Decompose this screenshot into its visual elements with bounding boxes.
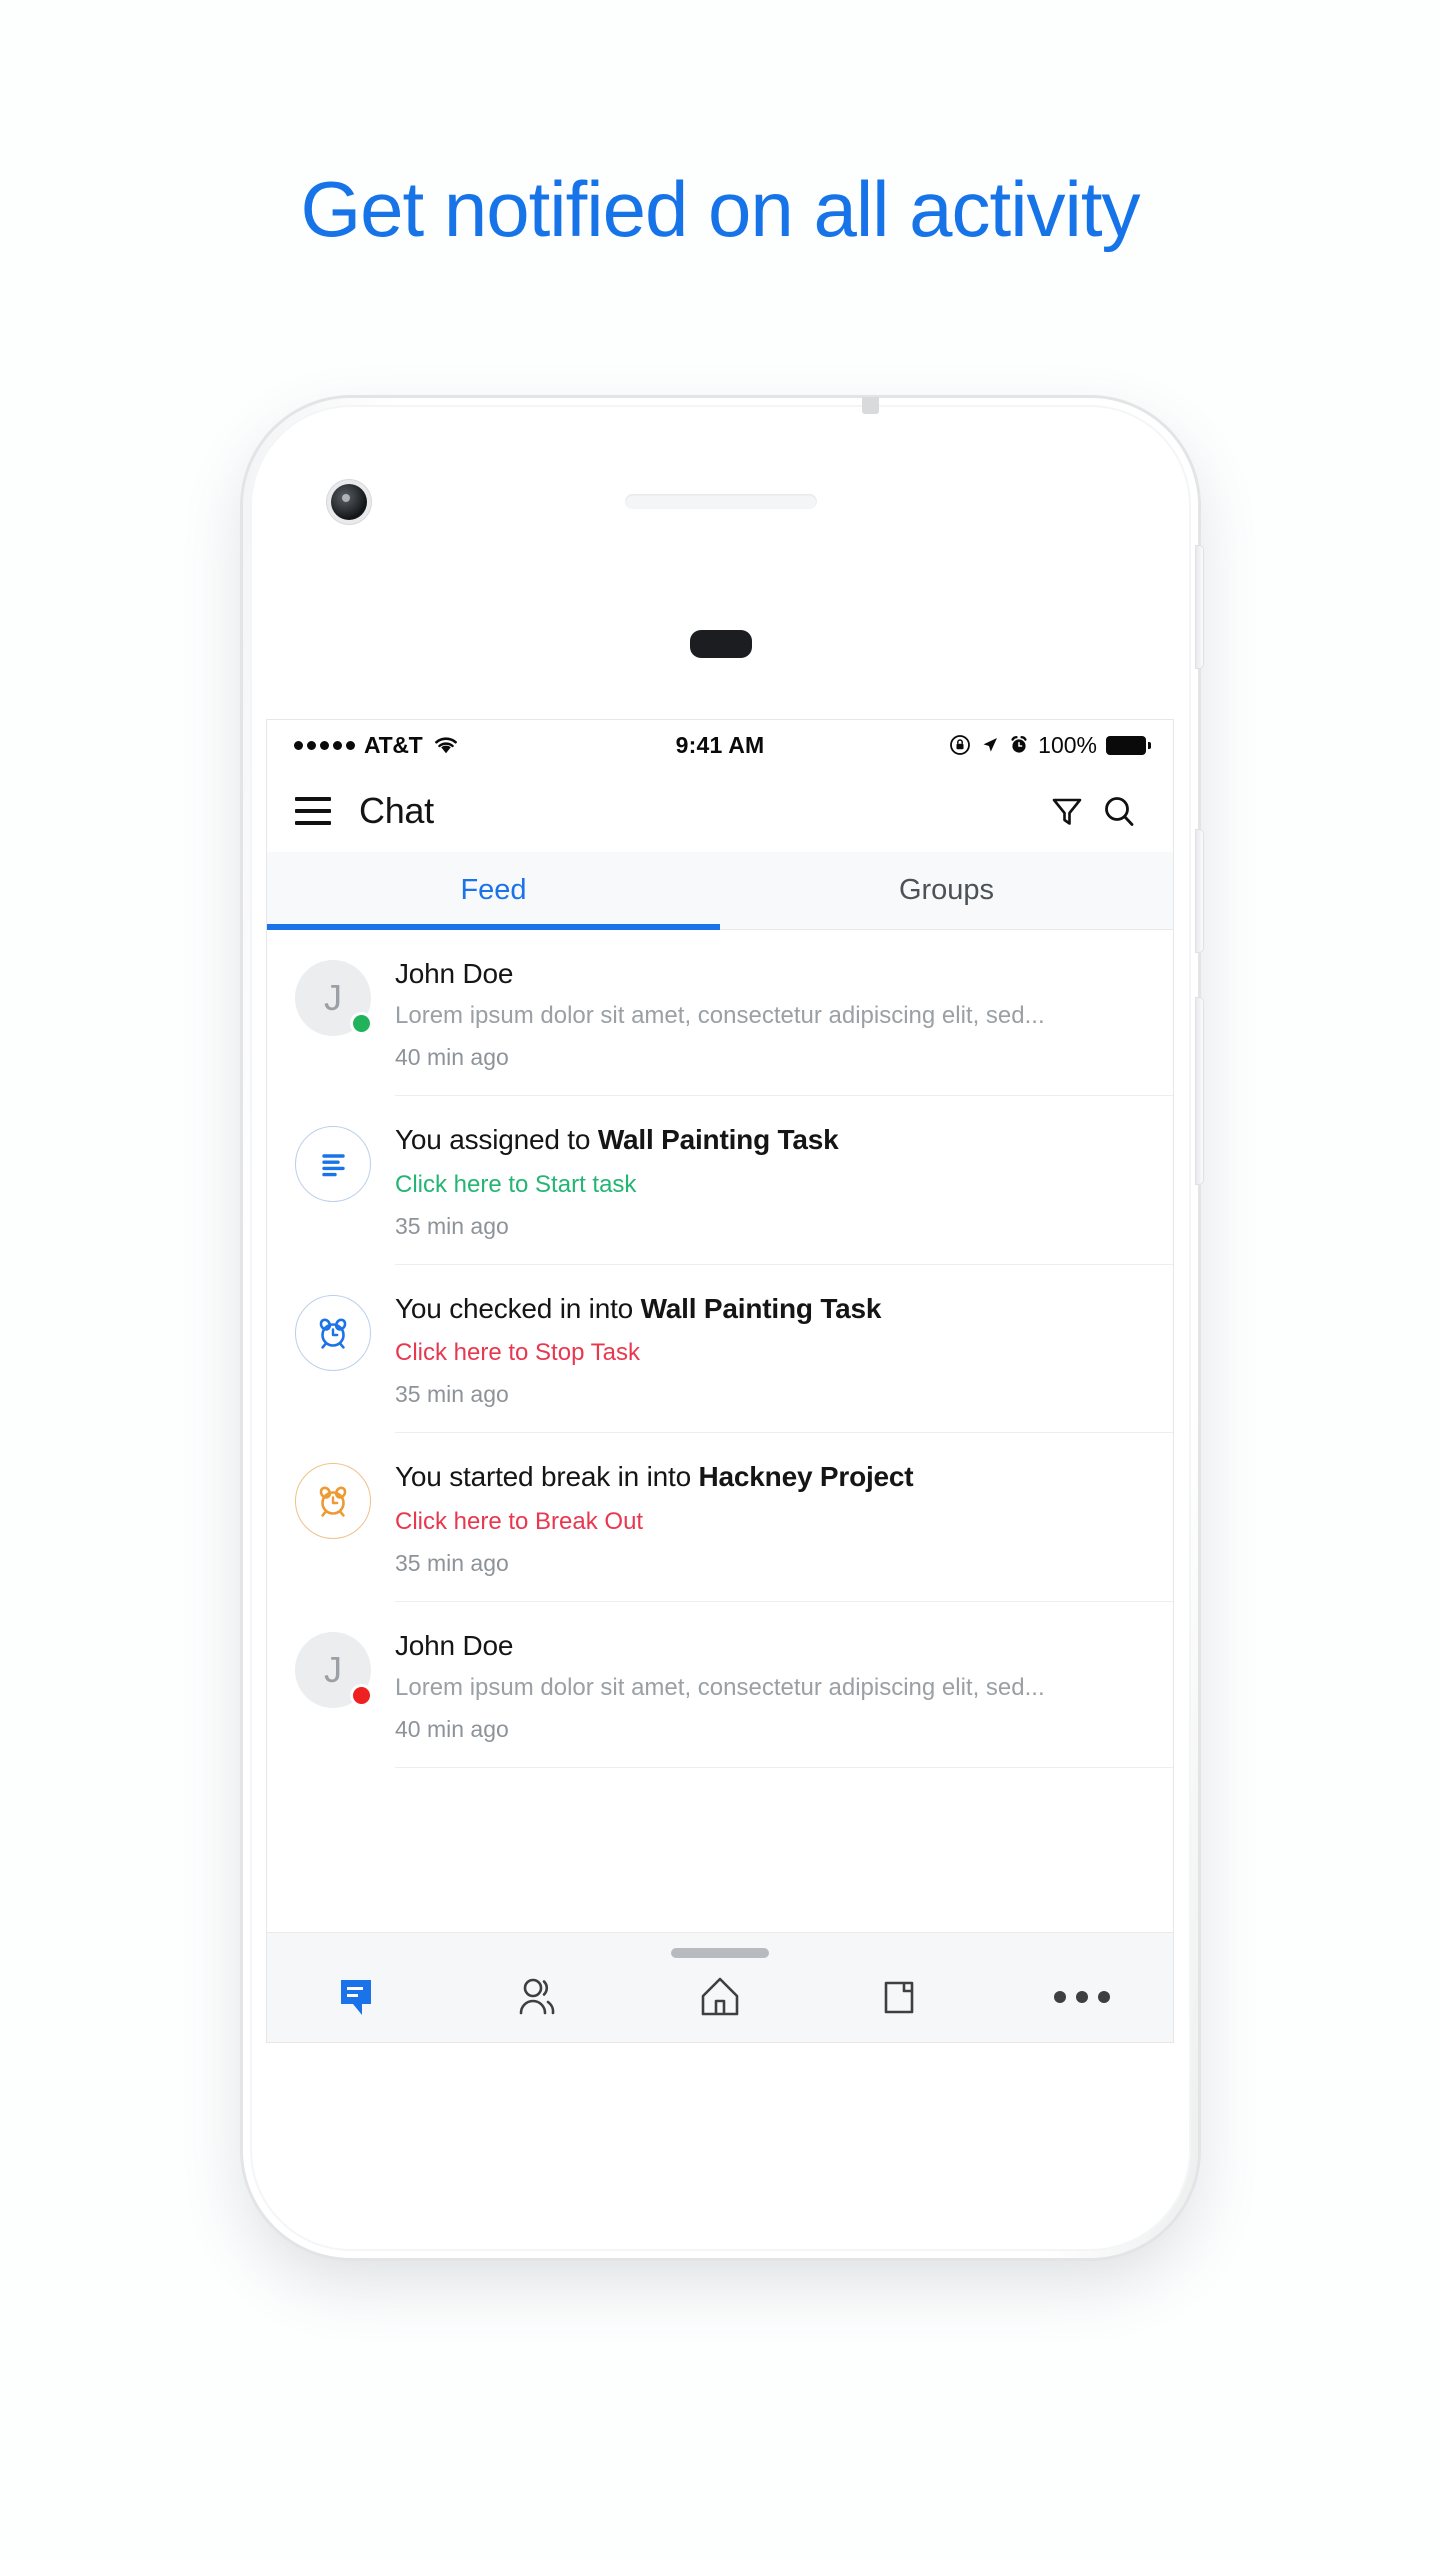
front-camera-icon [331, 484, 367, 520]
folder-icon [878, 1974, 924, 2020]
feed-item-body: You assigned to Wall Painting Task Click… [395, 1122, 1173, 1265]
feed-item-timestamp: 35 min ago [395, 1381, 509, 1408]
phone-mockup: AT&T 9:41 AM 100% Chat Feed Groups J Joh… [243, 397, 1203, 2258]
feed-item-icon [295, 1291, 391, 1433]
battery-icon [1106, 735, 1151, 755]
carrier-label: AT&T [364, 731, 423, 758]
search-icon[interactable] [1093, 785, 1145, 837]
poster-canvas: Get notified on all activity AT&T 9:41 A… [0, 0, 1440, 2560]
feed-item-title-strong: Hackney Project [698, 1461, 914, 1493]
feed-item-title: John Doe [395, 958, 514, 989]
feed-item-title-strong: Wall Painting Task [597, 1124, 839, 1156]
feed-item-body: You started break in into Hackney Projec… [395, 1459, 1173, 1602]
feed-item-body: John Doe Lorem ipsum dolor sit amet, con… [395, 1628, 1173, 1768]
app-bar: Chat [267, 770, 1173, 852]
feed-item-title: You started break in into Hackney Projec… [395, 1459, 1145, 1495]
people-icon [515, 1974, 563, 2020]
feed-item-icon: J [295, 1628, 391, 1768]
battery-percent-label: 100% [1038, 731, 1097, 758]
wifi-icon [433, 735, 459, 755]
app-title: Chat [359, 790, 434, 831]
status-bar: AT&T 9:41 AM 100% [267, 720, 1173, 770]
feed-item-timestamp: 40 min ago [395, 1715, 509, 1742]
hamburger-menu-icon[interactable] [295, 797, 331, 825]
nav-item-people[interactable] [448, 1933, 629, 2042]
list-item[interactable]: You checked in into Wall Painting Task C… [267, 1265, 1173, 1434]
avatar: J [295, 1631, 371, 1708]
avatar: J [295, 960, 371, 1036]
feed-item-icon: J [295, 956, 391, 1096]
feed-item-subtitle: Lorem ipsum dolor sit amet, consectetur … [395, 1673, 1045, 1701]
signal-strength-icon [294, 740, 355, 750]
proximity-sensor [689, 630, 752, 658]
feed-item-action-link[interactable]: Click here to Start task [395, 1170, 1145, 1200]
home-icon [697, 1974, 743, 2020]
phone-screen: AT&T 9:41 AM 100% Chat Feed Groups J Joh… [267, 720, 1173, 2042]
feed-item-icon [295, 1122, 391, 1264]
alarm-clock-break-icon [295, 1463, 371, 1540]
volume-down-button[interactable] [1196, 830, 1203, 952]
presence-dot-online [353, 1015, 370, 1032]
feed-item-title-prefix: You checked in into [395, 1292, 641, 1324]
alarm-clock-icon [295, 1294, 371, 1371]
avatar-initial: J [324, 977, 342, 1018]
feed-item-action-link[interactable]: Click here to Break Out [395, 1507, 1145, 1537]
feed-list: J John Doe Lorem ipsum dolor sit amet, c… [267, 930, 1173, 1768]
power-button[interactable] [1196, 998, 1203, 1184]
feed-item-timestamp: 35 min ago [395, 1212, 509, 1239]
feed-item-subtitle: Lorem ipsum dolor sit amet, consectetur … [395, 1002, 1045, 1030]
feed-item-action-link[interactable]: Click here to Stop Task [395, 1338, 1145, 1368]
feed-item-title-prefix: You started break in into [395, 1461, 699, 1493]
chat-bubble-icon [335, 1974, 381, 2020]
feed-item-body: You checked in into Wall Painting Task C… [395, 1291, 1173, 1434]
rotation-lock-icon [949, 734, 971, 756]
alarm-icon [1009, 735, 1029, 755]
nav-item-more[interactable] [992, 1933, 1173, 2042]
earpiece-speaker [624, 494, 817, 509]
filter-icon[interactable] [1041, 785, 1093, 837]
feed-item-timestamp: 35 min ago [395, 1549, 509, 1576]
tab-feed[interactable]: Feed [267, 852, 720, 930]
list-item[interactable]: You started break in into Hackney Projec… [267, 1433, 1173, 1602]
tab-bar: Feed Groups [267, 852, 1173, 930]
feed-item-title: You checked in into Wall Painting Task [395, 1291, 1145, 1327]
home-indicator[interactable] [671, 1948, 769, 1958]
presence-dot-busy [353, 1686, 370, 1704]
list-item[interactable]: J John Doe Lorem ipsum dolor sit amet, c… [267, 930, 1173, 1097]
volume-up-button[interactable] [1196, 546, 1203, 668]
more-ellipsis-icon [1054, 1990, 1111, 2003]
clock-label: 9:41 AM [675, 731, 765, 758]
feed-item-title-prefix: You assigned to [395, 1124, 598, 1156]
feed-item-title-strong: Wall Painting Task [640, 1292, 882, 1324]
list-item[interactable]: You assigned to Wall Painting Task Click… [267, 1096, 1173, 1265]
tab-groups[interactable]: Groups [720, 852, 1173, 929]
nav-item-chat[interactable] [267, 1933, 448, 2042]
feed-item-icon [295, 1459, 391, 1601]
page-title: Get notified on all activity [300, 165, 1140, 253]
task-list-icon [295, 1126, 371, 1203]
feed-item-timestamp: 40 min ago [395, 1044, 509, 1071]
feed-item-title: John Doe [395, 1629, 514, 1661]
camera-glint [342, 494, 350, 502]
location-arrow-icon [980, 735, 1000, 755]
feed-item-title: You assigned to Wall Painting Task [395, 1122, 1145, 1158]
feed-item-body: John Doe Lorem ipsum dolor sit amet, con… [395, 956, 1173, 1097]
avatar-initial: J [324, 1648, 342, 1690]
antenna-band [861, 397, 879, 414]
nav-item-folder[interactable] [811, 1933, 992, 2042]
list-item[interactable]: J John Doe Lorem ipsum dolor sit amet, c… [267, 1602, 1173, 1768]
bottom-navigation-bar [267, 1932, 1173, 2042]
